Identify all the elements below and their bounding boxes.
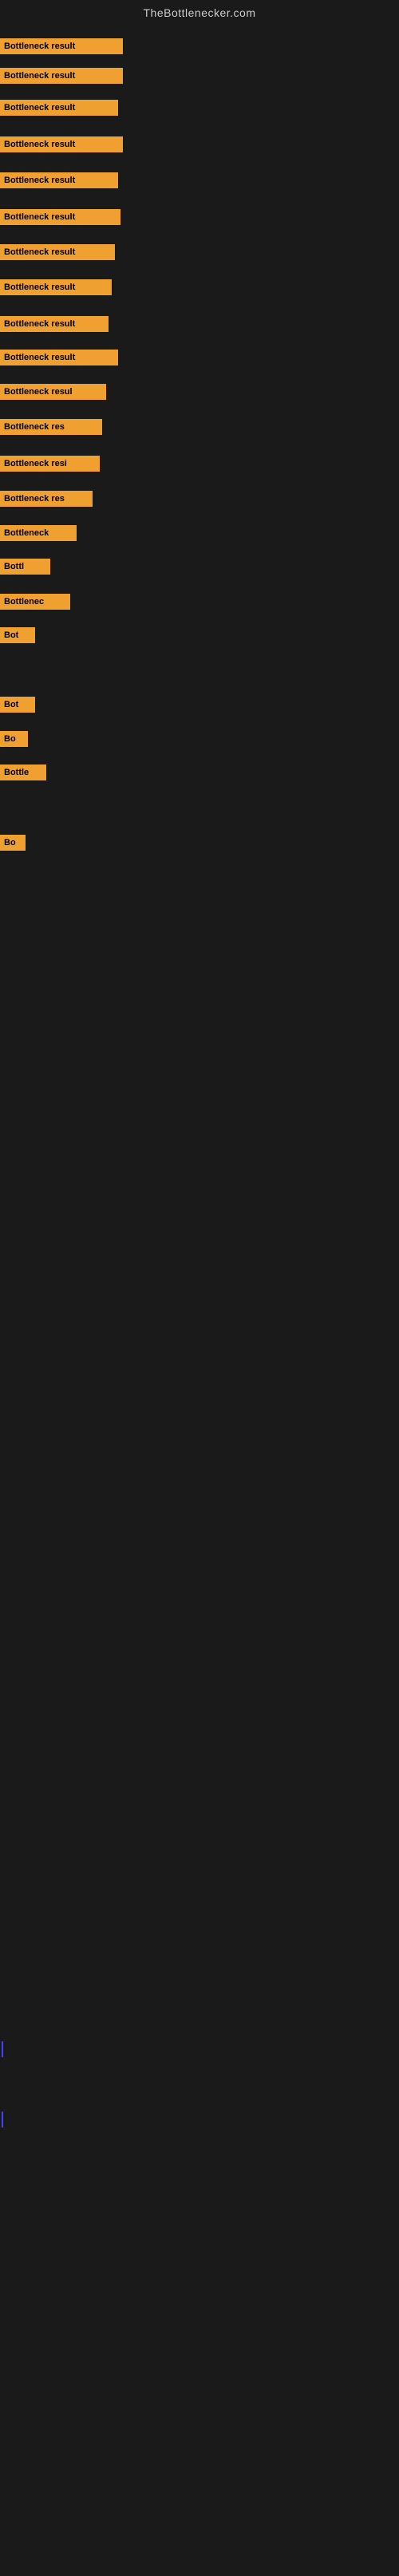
vertical-line [2, 2112, 3, 2128]
site-title: TheBottlenecker.com [0, 0, 399, 22]
bar-row: Bottleneck result [0, 350, 118, 365]
bottleneck-result-bar: Bottleneck result [0, 100, 118, 116]
bar-row: Bottleneck result [0, 279, 112, 295]
bar-row: Bottleneck resi [0, 456, 100, 472]
bar-row: Bo [0, 835, 26, 851]
bottleneck-result-bar: Bottleneck [0, 525, 77, 541]
bottleneck-result-bar: Bottl [0, 559, 50, 575]
bar-row: Bottleneck result [0, 38, 123, 54]
bar-row: Bottleneck result [0, 100, 118, 116]
bar-row: Bottleneck result [0, 244, 115, 260]
bar-row: Bottle [0, 765, 46, 780]
bottleneck-result-bar: Bottleneck res [0, 491, 93, 507]
bottleneck-result-bar: Bo [0, 835, 26, 851]
bar-row: Bot [0, 697, 35, 713]
bottleneck-result-bar: Bottleneck resi [0, 456, 100, 472]
bar-row: Bottleneck result [0, 316, 109, 332]
bar-row: Bot [0, 627, 35, 643]
bottleneck-result-bar: Bottlenec [0, 594, 70, 610]
bar-row: Bottleneck res [0, 491, 93, 507]
bottleneck-result-bar: Bottle [0, 765, 46, 780]
bottleneck-result-bar: Bottleneck result [0, 172, 118, 188]
bar-row: Bottlenec [0, 594, 70, 610]
bottleneck-result-bar: Bottleneck result [0, 316, 109, 332]
bar-row: Bottl [0, 559, 50, 575]
bottleneck-result-bar: Bot [0, 697, 35, 713]
bar-row: Bottleneck result [0, 68, 123, 84]
bottleneck-result-bar: Bo [0, 731, 28, 747]
bar-row: Bottleneck [0, 525, 77, 541]
vertical-line [2, 2041, 3, 2057]
bottleneck-result-bar: Bottleneck result [0, 244, 115, 260]
bottleneck-result-bar: Bot [0, 627, 35, 643]
bottleneck-result-bar: Bottleneck result [0, 136, 123, 152]
bar-row: Bo [0, 731, 28, 747]
bottleneck-result-bar: Bottleneck result [0, 279, 112, 295]
bottleneck-result-bar: Bottleneck result [0, 68, 123, 84]
bar-row: Bottleneck result [0, 136, 123, 152]
bottleneck-result-bar: Bottleneck resul [0, 384, 106, 400]
bottleneck-result-bar: Bottleneck result [0, 350, 118, 365]
bar-row: Bottleneck res [0, 419, 102, 435]
bottleneck-result-bar: Bottleneck res [0, 419, 102, 435]
bar-row: Bottleneck resul [0, 384, 106, 400]
bar-row: Bottleneck result [0, 209, 120, 225]
bottleneck-result-bar: Bottleneck result [0, 38, 123, 54]
bar-row: Bottleneck result [0, 172, 118, 188]
bottleneck-result-bar: Bottleneck result [0, 209, 120, 225]
